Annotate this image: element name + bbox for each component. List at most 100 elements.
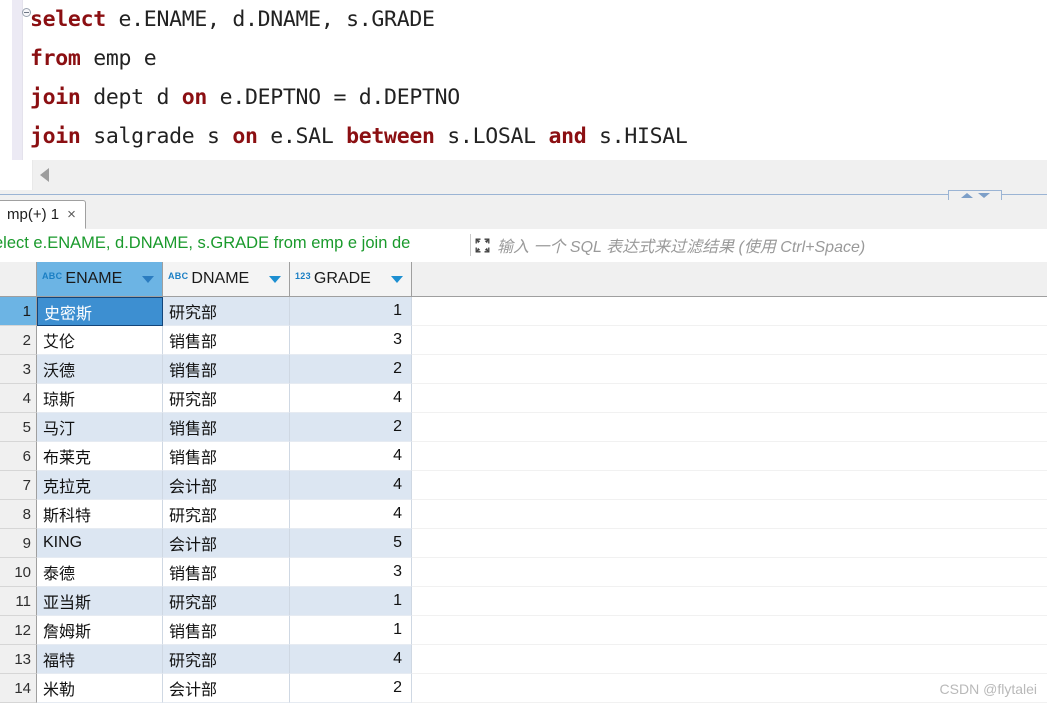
- table-row[interactable]: 3 沃德 销售部 2: [0, 355, 1047, 384]
- table-row[interactable]: 4 琼斯 研究部 4: [0, 384, 1047, 413]
- editor-horizontal-scrollbar[interactable]: [0, 160, 1047, 190]
- cell-ename[interactable]: 马汀: [37, 413, 163, 442]
- cell-dname[interactable]: 销售部: [163, 355, 290, 384]
- result-tab-emp[interactable]: mp(+) 1 ×: [0, 200, 86, 229]
- row-number-cell[interactable]: 9: [0, 529, 37, 558]
- table-row[interactable]: 13 福特 研究部 4: [0, 645, 1047, 674]
- row-empty-area: [412, 355, 1047, 384]
- close-icon[interactable]: ×: [67, 207, 76, 222]
- result-filter-bar[interactable]: elect e.ENAME, d.DNAME, s.GRADE from emp…: [0, 229, 1047, 263]
- cell-grade[interactable]: 4: [290, 500, 412, 529]
- chevron-down-icon[interactable]: [391, 276, 403, 283]
- cell-ename[interactable]: 艾伦: [37, 326, 163, 355]
- cell-ename[interactable]: KING: [37, 529, 163, 558]
- table-row[interactable]: 9 KING 会计部 5: [0, 529, 1047, 558]
- sql-client-window: select e.ENAME, d.DNAME, s.GRADE from em…: [0, 0, 1047, 704]
- cell-grade[interactable]: 2: [290, 413, 412, 442]
- panel-splitter[interactable]: [0, 190, 1047, 201]
- grid-corner-cell[interactable]: [0, 262, 37, 296]
- cell-dname[interactable]: 研究部: [163, 297, 290, 326]
- cell-dname[interactable]: 研究部: [163, 500, 290, 529]
- row-number-cell[interactable]: 7: [0, 471, 37, 500]
- row-number-cell[interactable]: 6: [0, 442, 37, 471]
- cell-grade[interactable]: 2: [290, 355, 412, 384]
- cell-dname[interactable]: 销售部: [163, 616, 290, 645]
- row-empty-area: [412, 500, 1047, 529]
- cell-grade[interactable]: 5: [290, 529, 412, 558]
- cell-grade[interactable]: 1: [290, 587, 412, 616]
- cell-dname[interactable]: 研究部: [163, 587, 290, 616]
- table-row[interactable]: 11 亚当斯 研究部 1: [0, 587, 1047, 616]
- row-number-cell[interactable]: 1: [0, 297, 37, 326]
- cell-grade[interactable]: 1: [290, 616, 412, 645]
- scroll-left-arrow-icon[interactable]: [40, 168, 49, 182]
- row-number-cell[interactable]: 8: [0, 500, 37, 529]
- grid-body[interactable]: 1 史密斯 研究部 1 2 艾伦 销售部 3 3 沃德 销售部 2 4 琼斯 研究部 4 5 马汀 销售部 2 6 布莱克…: [0, 297, 1047, 703]
- sql-code-text[interactable]: select e.ENAME, d.DNAME, s.GRADE from em…: [30, 0, 1040, 156]
- cell-grade[interactable]: 4: [290, 645, 412, 674]
- table-row[interactable]: 7 克拉克 会计部 4: [0, 471, 1047, 500]
- chevron-down-icon[interactable]: [142, 276, 154, 283]
- splitter-line: [0, 194, 1047, 195]
- cell-grade[interactable]: 3: [290, 558, 412, 587]
- watermark: CSDN @flytalei: [939, 681, 1037, 697]
- row-number-cell[interactable]: 3: [0, 355, 37, 384]
- cell-grade[interactable]: 3: [290, 326, 412, 355]
- table-row[interactable]: 6 布莱克 销售部 4: [0, 442, 1047, 471]
- row-number-cell[interactable]: 4: [0, 384, 37, 413]
- cell-dname[interactable]: 销售部: [163, 442, 290, 471]
- table-row[interactable]: 8 斯科特 研究部 4: [0, 500, 1047, 529]
- expand-icon[interactable]: [474, 237, 491, 254]
- column-header-ename[interactable]: ABC ENAME: [37, 262, 163, 296]
- sql-editor[interactable]: select e.ENAME, d.DNAME, s.GRADE from em…: [0, 0, 1047, 160]
- sql-text: e.ENAME, d.DNAME, s.GRADE: [105, 7, 435, 32]
- cell-ename[interactable]: 沃德: [37, 355, 163, 384]
- row-number-cell[interactable]: 10: [0, 558, 37, 587]
- cell-dname[interactable]: 销售部: [163, 413, 290, 442]
- cell-ename[interactable]: 克拉克: [37, 471, 163, 500]
- cell-grade[interactable]: 2: [290, 674, 412, 703]
- cell-dname[interactable]: 会计部: [163, 529, 290, 558]
- triangle-down-icon[interactable]: [977, 193, 990, 198]
- row-number-cell[interactable]: 13: [0, 645, 37, 674]
- table-row[interactable]: 5 马汀 销售部 2: [0, 413, 1047, 442]
- row-number-cell[interactable]: 2: [0, 326, 37, 355]
- cell-dname[interactable]: 销售部: [163, 558, 290, 587]
- row-number-cell[interactable]: 11: [0, 587, 37, 616]
- executed-query-text[interactable]: elect e.ENAME, d.DNAME, s.GRADE from emp…: [0, 234, 410, 253]
- cell-ename[interactable]: 泰德: [37, 558, 163, 587]
- row-number-cell[interactable]: 5: [0, 413, 37, 442]
- table-row[interactable]: 1 史密斯 研究部 1: [0, 297, 1047, 326]
- table-row[interactable]: 10 泰德 销售部 3: [0, 558, 1047, 587]
- filter-placeholder-text[interactable]: 输入 一个 SQL 表达式来过滤结果 (使用 Ctrl+Space): [497, 233, 865, 257]
- cell-ename[interactable]: 福特: [37, 645, 163, 674]
- cell-grade[interactable]: 4: [290, 471, 412, 500]
- cell-ename[interactable]: 琼斯: [37, 384, 163, 413]
- cell-ename[interactable]: 布莱克: [37, 442, 163, 471]
- cell-dname[interactable]: 会计部: [163, 471, 290, 500]
- cell-grade[interactable]: 1: [290, 297, 412, 326]
- row-number-cell[interactable]: 14: [0, 674, 37, 703]
- cell-dname[interactable]: 会计部: [163, 674, 290, 703]
- triangle-up-icon[interactable]: [960, 193, 973, 198]
- table-row[interactable]: 2 艾伦 销售部 3: [0, 326, 1047, 355]
- cell-dname[interactable]: 销售部: [163, 326, 290, 355]
- cell-ename[interactable]: 斯科特: [37, 500, 163, 529]
- row-number-cell[interactable]: 12: [0, 616, 37, 645]
- cell-ename[interactable]: 亚当斯: [37, 587, 163, 616]
- cell-grade[interactable]: 4: [290, 384, 412, 413]
- column-header-grade[interactable]: 123 GRADE: [290, 262, 412, 296]
- cell-ename[interactable]: 史密斯: [37, 297, 163, 326]
- text-type-icon: ABC: [168, 270, 189, 281]
- cell-dname[interactable]: 研究部: [163, 384, 290, 413]
- cell-ename[interactable]: 詹姆斯: [37, 616, 163, 645]
- column-header-dname[interactable]: ABC DNAME: [163, 262, 290, 296]
- table-row[interactable]: 12 詹姆斯 销售部 1: [0, 616, 1047, 645]
- sql-keyword: between: [346, 124, 435, 149]
- cell-dname[interactable]: 研究部: [163, 645, 290, 674]
- cell-grade[interactable]: 4: [290, 442, 412, 471]
- result-grid[interactable]: ABC ENAME ABC DNAME 123 GRADE 1 史密斯 研究部 1 2 艾伦 销售部 3…: [0, 262, 1047, 704]
- cell-ename[interactable]: 米勒: [37, 674, 163, 703]
- table-row[interactable]: 14 米勒 会计部 2: [0, 674, 1047, 703]
- chevron-down-icon[interactable]: [269, 276, 281, 283]
